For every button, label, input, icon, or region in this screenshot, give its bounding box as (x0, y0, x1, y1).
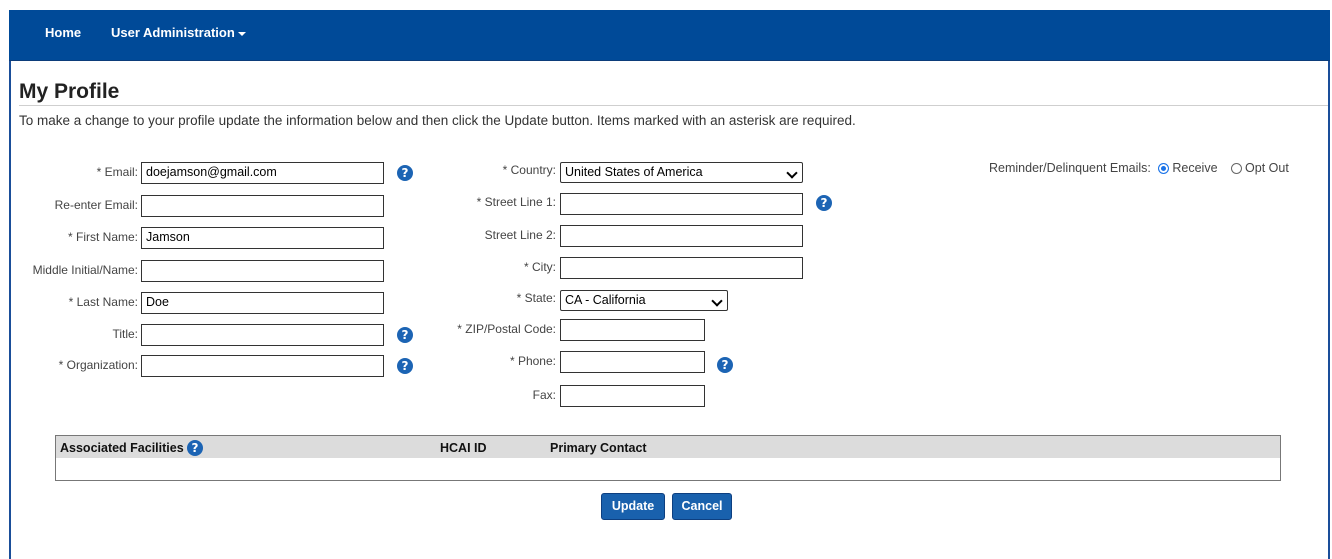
opt-out-radio[interactable] (1231, 163, 1243, 174)
page-frame-left (9, 10, 11, 559)
receive-radio[interactable] (1158, 163, 1170, 174)
title-label: Title: (112, 327, 138, 341)
facilities-help-icon[interactable]: ? (187, 440, 203, 456)
phone-help-icon[interactable]: ? (717, 357, 733, 373)
nav-user-administration-label: User Administration (111, 25, 235, 40)
zip-field[interactable] (560, 319, 705, 341)
reminder-emails-group: Reminder/Delinquent Emails: Receive Opt … (989, 161, 1289, 175)
street-help-icon[interactable]: ? (816, 195, 832, 211)
organization-field[interactable] (141, 355, 384, 377)
country-select[interactable]: United States of America (560, 162, 803, 183)
email-field[interactable]: doejamson@gmail.com (141, 162, 384, 184)
street-line-1-field[interactable] (560, 193, 803, 215)
nav-home-link[interactable]: Home (45, 25, 81, 40)
phone-field[interactable] (560, 351, 705, 373)
organization-help-icon[interactable]: ? (397, 358, 413, 374)
reminder-emails-label: Reminder/Delinquent Emails: (989, 161, 1151, 175)
state-label: * State: (516, 291, 556, 305)
last-name-label: * Last Name: (68, 295, 138, 309)
city-label: * City: (523, 260, 556, 274)
reenter-email-field[interactable] (141, 195, 384, 217)
caret-down-icon (237, 31, 246, 36)
title-divider (19, 105, 1328, 106)
street-line-1-label: * Street Line 1: (476, 195, 556, 209)
primary-contact-header: Primary Contact (550, 441, 647, 455)
email-help-icon[interactable]: ? (397, 165, 413, 181)
page-instructions: To make a change to your profile update … (19, 113, 856, 128)
title-help-icon[interactable]: ? (397, 327, 413, 343)
street-line-2-field[interactable] (560, 225, 803, 247)
chevron-down-icon (786, 167, 798, 179)
chevron-down-icon (711, 295, 723, 307)
state-selected-value: CA - California (565, 293, 646, 307)
title-field[interactable] (141, 324, 384, 346)
hcai-id-header: HCAI ID (440, 441, 487, 455)
first-name-field[interactable]: Jamson (141, 227, 384, 249)
country-selected-value: United States of America (565, 165, 703, 179)
cancel-button[interactable]: Cancel (672, 493, 732, 520)
associated-facilities-table: Associated Facilities ? HCAI ID Primary … (55, 435, 1281, 481)
email-label: * Email: (96, 165, 138, 179)
nav-user-administration-dropdown[interactable]: User Administration (111, 25, 246, 40)
street-line-2-label: Street Line 2: (484, 228, 556, 242)
page-title: My Profile (19, 80, 120, 103)
fax-label: Fax: (532, 388, 556, 402)
organization-label: * Organization: (58, 358, 138, 372)
state-select[interactable]: CA - California (560, 290, 728, 311)
top-navbar: Home User Administration (9, 10, 1330, 61)
zip-label: * ZIP/Postal Code: (457, 322, 556, 336)
page-frame-right (1328, 10, 1330, 559)
country-label: * Country: (502, 163, 556, 177)
receive-option-label[interactable]: Receive (1172, 161, 1217, 175)
middle-name-label: Middle Initial/Name: (32, 263, 138, 277)
update-button[interactable]: Update (601, 493, 665, 520)
reenter-email-label: Re-enter Email: (54, 198, 138, 212)
table-header: Associated Facilities ? HCAI ID Primary … (56, 436, 1280, 458)
fax-field[interactable] (560, 385, 705, 407)
city-field[interactable] (560, 257, 803, 279)
first-name-label: * First Name: (67, 230, 138, 244)
middle-name-field[interactable] (141, 260, 384, 282)
last-name-field[interactable]: Doe (141, 292, 384, 314)
phone-label: * Phone: (509, 354, 556, 368)
associated-facilities-header: Associated Facilities (60, 441, 184, 455)
opt-out-option-label[interactable]: Opt Out (1245, 161, 1289, 175)
